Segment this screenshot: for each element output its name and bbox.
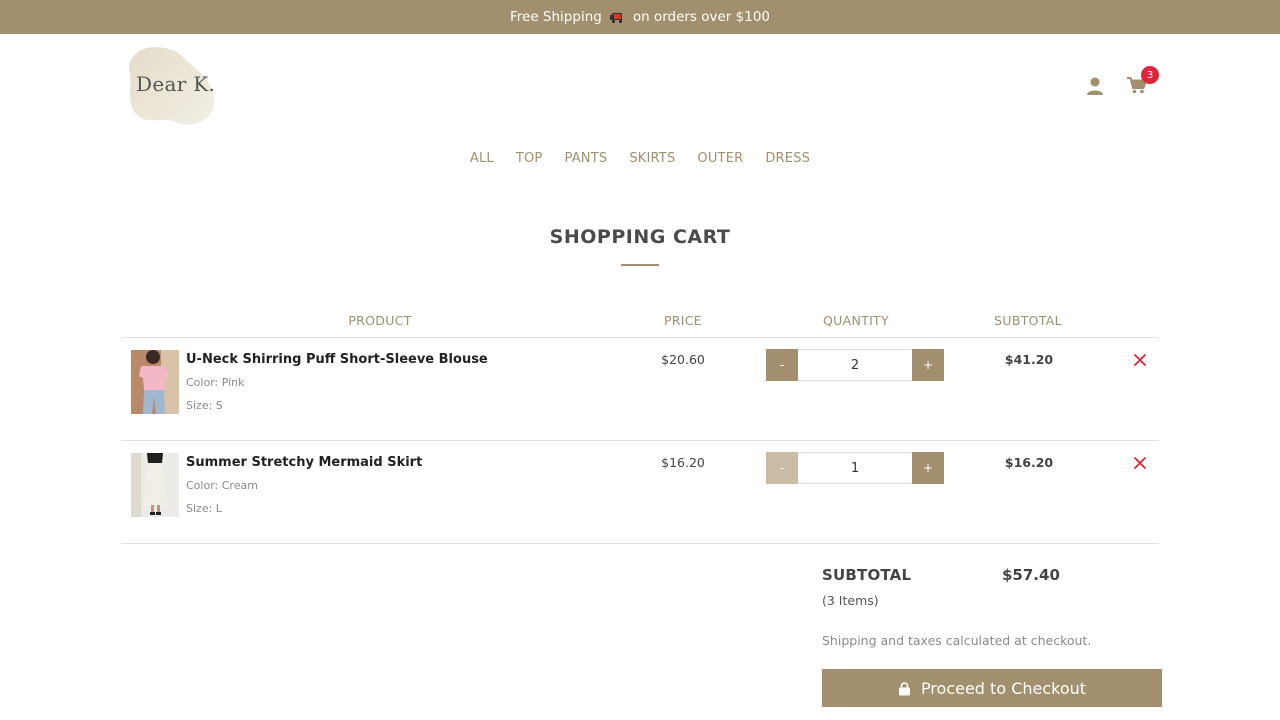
product-price: $20.60 — [661, 352, 705, 367]
increase-quantity-button[interactable]: + — [912, 452, 944, 484]
column-header-quantity: QUANTITY — [823, 313, 889, 328]
summary-item-count: (3 Items) — [822, 593, 879, 608]
line-subtotal: $41.20 — [1004, 352, 1054, 367]
product-name[interactable]: Summer Stretchy Mermaid Skirt — [186, 455, 422, 470]
remove-item-icon[interactable] — [1132, 455, 1148, 471]
column-header-subtotal: SUBTOTAL — [994, 313, 1062, 328]
summary-subtotal-value: $57.40 — [1002, 566, 1060, 584]
product-color: Color: Cream — [186, 479, 258, 492]
quantity-input[interactable] — [798, 349, 912, 381]
lock-icon — [898, 681, 910, 695]
nav-item-outer[interactable]: OUTER — [697, 151, 743, 166]
nav-item-top[interactable]: TOP — [516, 151, 543, 166]
page-title: SHOPPING CART — [549, 226, 731, 248]
account-icon[interactable] — [1086, 76, 1104, 96]
column-header-product: PRODUCT — [348, 313, 412, 328]
nav-item-dress[interactable]: DRESS — [765, 151, 810, 166]
increase-quantity-button[interactable]: + — [912, 349, 944, 381]
checkout-label: Proceed to Checkout — [920, 678, 1087, 698]
decrease-quantity-button[interactable]: - — [766, 452, 798, 484]
category-nav: ALL TOP PANTS SKIRTS OUTER DRESS — [0, 151, 1280, 166]
logo-text[interactable]: Dear K. — [136, 72, 215, 96]
quantity-stepper: - + — [766, 452, 946, 484]
product-name[interactable]: U-Neck Shirring Puff Short-Sleeve Blouse — [186, 352, 488, 367]
column-header-price: PRICE — [663, 313, 703, 328]
nav-item-skirts[interactable]: SKIRTS — [629, 151, 675, 166]
nav-item-all[interactable]: ALL — [470, 151, 494, 166]
divider — [122, 337, 1158, 338]
product-price: $16.20 — [661, 455, 705, 470]
quantity-stepper: - + — [766, 349, 946, 381]
summary-subtotal-label: SUBTOTAL — [822, 566, 912, 584]
quantity-input[interactable] — [798, 452, 912, 484]
banner-text-end: on orders over $100 — [632, 9, 771, 25]
product-image-blouse[interactable] — [131, 350, 179, 414]
line-subtotal: $16.20 — [1004, 455, 1054, 470]
nav-item-pants[interactable]: PANTS — [564, 151, 607, 166]
divider — [122, 543, 1158, 544]
product-image-skirt[interactable] — [131, 453, 179, 517]
product-size: Size: S — [186, 399, 223, 412]
banner-text-start: Free Shipping — [509, 9, 602, 25]
divider — [122, 440, 1158, 441]
title-underline — [621, 264, 659, 266]
checkout-button[interactable]: Proceed to Checkout — [822, 669, 1162, 707]
free-shipping-banner: Free Shipping on orders over $100 — [0, 0, 1280, 34]
shipping-note: Shipping and taxes calculated at checkou… — [822, 633, 1092, 648]
cart-count-badge: 3 — [1141, 66, 1159, 84]
product-size: Size: L — [186, 502, 222, 515]
product-color: Color: Pink — [186, 376, 245, 389]
truck-icon — [609, 12, 625, 23]
decrease-quantity-button[interactable]: - — [766, 349, 798, 381]
remove-item-icon[interactable] — [1132, 352, 1148, 368]
